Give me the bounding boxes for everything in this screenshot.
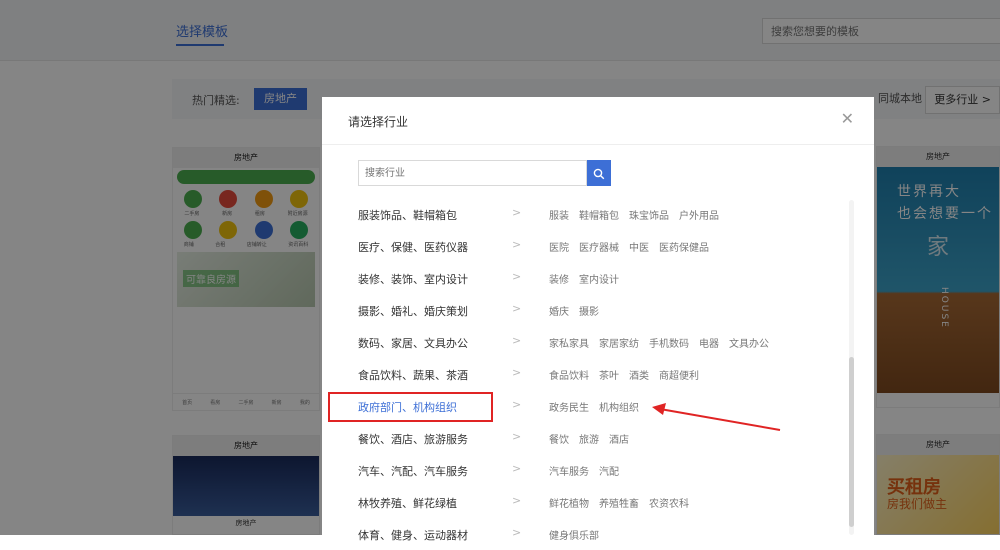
scrollbar-thumb[interactable] [849, 357, 854, 527]
chevron-right-icon: > [512, 398, 522, 411]
subcategory-item[interactable]: 服装 [549, 211, 569, 222]
subcategory-item[interactable]: 珠宝饰品 [629, 211, 669, 222]
subcategory-item[interactable]: 汽车服务 [549, 467, 589, 478]
close-icon[interactable]: ✕ [841, 109, 854, 129]
industry-category[interactable]: 数码、家居、文具办公 [358, 335, 468, 351]
subcategory-item[interactable]: 政务民生 [549, 403, 589, 414]
industry-search-box[interactable] [358, 160, 587, 186]
subcategory-item[interactable]: 机构组织 [599, 403, 639, 414]
subcategory-item[interactable]: 茶叶 [599, 371, 619, 382]
industry-category[interactable]: 装修、装饰、室内设计 [358, 271, 468, 287]
industry-category[interactable]: 体育、健身、运动器材 [358, 527, 468, 543]
industry-search-input[interactable] [359, 161, 586, 186]
subcategory-item[interactable]: 酒类 [629, 371, 649, 382]
subcategory-group: 服装 鞋帽箱包 珠宝饰品 户外用品 [549, 207, 729, 222]
subcategory-item[interactable]: 装修 [549, 275, 569, 286]
industry-row[interactable]: 摄影、婚礼、婚庆策划 > 婚庆 摄影 [322, 294, 874, 326]
subcategory-group: 装修 室内设计 [549, 271, 629, 286]
subcategory-item[interactable]: 鲜花植物 [549, 499, 589, 510]
industry-category[interactable]: 林牧养殖、鲜花绿植 [358, 495, 457, 511]
industry-row[interactable]: 医疗、保健、医药仪器 > 医院 医疗器械 中医 医药保健品 [322, 230, 874, 262]
subcategory-group: 鲜花植物 养殖牲畜 农资农科 [549, 495, 699, 510]
subcategory-item[interactable]: 手机数码 [649, 339, 689, 350]
chevron-right-icon: > [512, 430, 522, 443]
subcategory-item[interactable]: 汽配 [599, 467, 619, 478]
industry-category[interactable]: 食品饮料、蔬果、茶酒 [358, 367, 468, 383]
subcategory-item[interactable]: 健身俱乐部 [549, 531, 599, 542]
subcategory-item[interactable]: 摄影 [579, 307, 599, 318]
chevron-right-icon: > [512, 462, 522, 475]
subcategory-item[interactable]: 中医 [629, 243, 649, 254]
subcategory-item[interactable]: 养殖牲畜 [599, 499, 639, 510]
subcategory-item[interactable]: 商超便利 [659, 371, 699, 382]
industry-category[interactable]: 汽车、汽配、汽车服务 [358, 463, 468, 479]
industry-row[interactable]: 餐饮、酒店、旅游服务 > 餐饮 旅游 酒店 [322, 422, 874, 454]
subcategory-group: 家私家具 家居家纺 手机数码 电器 文具办公 [549, 335, 779, 350]
subcategory-item[interactable]: 食品饮料 [549, 371, 589, 382]
search-icon[interactable] [587, 160, 611, 186]
subcategory-item[interactable]: 户外用品 [679, 211, 719, 222]
industry-category[interactable]: 服装饰品、鞋帽箱包 [358, 207, 457, 223]
subcategory-group: 医院 医疗器械 中医 医药保健品 [549, 239, 719, 254]
industry-row[interactable]: 数码、家居、文具办公 > 家私家具 家居家纺 手机数码 电器 文具办公 [322, 326, 874, 358]
chevron-right-icon: > [512, 302, 522, 315]
industry-row[interactable]: 林牧养殖、鲜花绿植 > 鲜花植物 养殖牲畜 农资农科 [322, 486, 874, 518]
industry-row[interactable]: 体育、健身、运动器材 > 健身俱乐部 [322, 518, 874, 550]
subcategory-item[interactable]: 电器 [699, 339, 719, 350]
subcategory-item[interactable]: 农资农科 [649, 499, 689, 510]
subcategory-item[interactable]: 鞋帽箱包 [579, 211, 619, 222]
subcategory-item[interactable]: 医疗器械 [579, 243, 619, 254]
subcategory-group: 餐饮 旅游 酒店 [549, 431, 639, 446]
modal-title: 请选择行业 [348, 115, 409, 129]
subcategory-item[interactable]: 家居家纺 [599, 339, 639, 350]
subcategory-item[interactable]: 文具办公 [729, 339, 769, 350]
industry-row[interactable]: 汽车、汽配、汽车服务 > 汽车服务 汽配 [322, 454, 874, 486]
chevron-right-icon: > [512, 366, 522, 379]
chevron-right-icon: > [512, 270, 522, 283]
chevron-right-icon: > [512, 238, 522, 251]
industry-row[interactable]: 装修、装饰、室内设计 > 装修 室内设计 [322, 262, 874, 294]
industry-modal: 请选择行业 ✕ 服装饰品、鞋帽箱包 > 服装鞋帽箱包珠宝饰品户外用品医疗、保健、医药… [322, 97, 874, 542]
subcategory-group: 婚庆 摄影 [549, 303, 609, 318]
subcategory-item[interactable]: 旅游 [579, 435, 599, 446]
subcategory-item[interactable]: 酒店 [609, 435, 629, 446]
chevron-right-icon: > [512, 334, 522, 347]
subcategory-item[interactable]: 餐饮 [549, 435, 569, 446]
industry-category[interactable]: 餐饮、酒店、旅游服务 [358, 431, 468, 447]
subcategory-group: 食品饮料 茶叶 酒类 商超便利 [549, 367, 709, 382]
annotation-highlight-box [328, 392, 493, 422]
subcategory-item[interactable]: 婚庆 [549, 307, 569, 318]
chevron-right-icon: > [512, 526, 522, 539]
subcategory-item[interactable]: 医药保健品 [659, 243, 709, 254]
chevron-right-icon: > [512, 494, 522, 507]
subcategory-item[interactable]: 医院 [549, 243, 569, 254]
subcategory-group: 汽车服务 汽配 [549, 463, 629, 478]
subcategory-item[interactable]: 家私家具 [549, 339, 589, 350]
modal-header: 请选择行业 ✕ [322, 97, 874, 145]
industry-row[interactable]: 食品饮料、蔬果、茶酒 > 食品饮料 茶叶 酒类 商超便利 [322, 358, 874, 390]
industry-list: 服装饰品、鞋帽箱包 > 服装 鞋帽箱包 珠宝饰品 户外用品医疗、保健、医药仪器 > 医院 医疗器… [322, 198, 874, 550]
industry-row[interactable]: 服装饰品、鞋帽箱包 > 服装 鞋帽箱包 珠宝饰品 户外用品 [322, 198, 874, 230]
industry-category[interactable]: 医疗、保健、医药仪器 [358, 239, 468, 255]
industry-category[interactable]: 摄影、婚礼、婚庆策划 [358, 303, 468, 319]
subcategory-item[interactable]: 室内设计 [579, 275, 619, 286]
subcategory-group: 政务民生 机构组织 [549, 399, 649, 414]
chevron-right-icon: > [512, 206, 522, 219]
